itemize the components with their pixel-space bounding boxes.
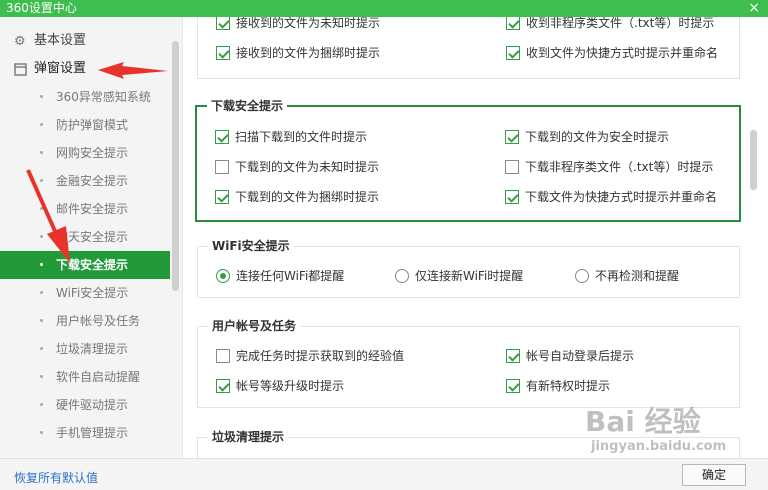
wifi-group-title: WiFi安全提示: [208, 238, 294, 254]
sidebar-item-label: 用户帐号及任务: [56, 314, 141, 328]
checkbox-label: 收到文件为快捷方式时提示并重命名: [526, 46, 719, 60]
sidebar-item[interactable]: 360异常感知系统: [0, 83, 170, 111]
bullet-icon: [40, 151, 43, 154]
sidebar-section-label: 弹窗设置: [34, 61, 87, 76]
bullet-icon: [40, 95, 43, 98]
bullet-icon: [40, 207, 43, 210]
checkbox-label: 有新特权时提示: [526, 379, 611, 393]
checkbox-label: 帐号自动登录后提示: [526, 349, 635, 363]
content-scrollbar[interactable]: [750, 130, 757, 190]
bullet-icon: [40, 375, 43, 378]
watermark-logo: Bai 经验: [585, 405, 701, 438]
gear-icon: ⚙: [14, 34, 26, 49]
baidu-watermark: Bai 经验 jingyan.baidu.com: [585, 405, 755, 485]
checkbox-box[interactable]: [216, 46, 230, 60]
checkbox-box[interactable]: [215, 160, 229, 174]
sidebar-item[interactable]: 用户帐号及任务: [0, 307, 170, 335]
sidebar-item[interactable]: 邮件安全提示: [0, 195, 170, 223]
checkbox-box[interactable]: [215, 130, 229, 144]
radio-dot[interactable]: [395, 269, 409, 283]
mail-group: 接收到的文件为未知时提示 收到非程序类文件（.txt等）时提示 接收到的文件为捆…: [197, 17, 740, 79]
checkbox-box[interactable]: [216, 379, 230, 393]
sidebar-item-label: 360异常感知系统: [56, 90, 151, 104]
checkbox-label: 收到非程序类文件（.txt等）时提示: [526, 17, 715, 30]
sidebar-item-label: 网购安全提示: [56, 146, 129, 160]
checkbox-label: 接收到的文件为未知时提示: [236, 17, 381, 30]
checkbox-box[interactable]: [216, 17, 230, 30]
wifi-group: WiFi安全提示 连接任何WiFi都提醒 仅连接新WiFi时提醒 不再检测和提醒: [197, 238, 740, 298]
bullet-icon: [40, 263, 43, 266]
window-icon: [14, 63, 27, 76]
checkbox-label: 帐号等级升级时提示: [236, 379, 345, 393]
restore-defaults-link[interactable]: 恢复所有默认值: [14, 469, 98, 486]
sidebar-item[interactable]: 聊天安全提示: [0, 223, 170, 251]
sidebar-item-label: 聊天安全提示: [56, 230, 129, 244]
checkbox-box[interactable]: [506, 349, 520, 363]
account-group: 用户帐号及任务 完成任务时提示获取到的经验值 帐号自动登录后提示 帐号等级升级时…: [197, 318, 740, 408]
trash-group-title: 垃圾清理提示: [208, 429, 289, 445]
sidebar-item-label: WiFi安全提示: [56, 286, 129, 300]
checkbox-box[interactable]: [505, 130, 519, 144]
radio-dot[interactable]: [216, 269, 230, 283]
sidebar-item-label: 下载安全提示: [56, 258, 129, 272]
checkbox-box[interactable]: [215, 190, 229, 204]
sidebar-item[interactable]: 软件自启动提醒: [0, 363, 170, 391]
bullet-icon: [40, 235, 43, 238]
sidebar-item[interactable]: 手机管理提示: [0, 419, 170, 447]
checkbox-label: 下载到的文件为未知时提示: [235, 160, 380, 174]
sidebar: ⚙ 基本设置 弹窗设置 360异常感知系统 防护弹窗模式 网购安全提示 金融安全…: [0, 17, 183, 458]
sidebar-section-label: 基本设置: [34, 33, 87, 48]
checkbox-label: 下载文件为快捷方式时提示并重命名: [525, 190, 718, 204]
title-bar: 360设置中心 ×: [0, 0, 768, 17]
radio-dot[interactable]: [575, 269, 589, 283]
sidebar-item-label: 硬件驱动提示: [56, 398, 129, 412]
sidebar-item-label: 防护弹窗模式: [56, 118, 129, 132]
close-icon[interactable]: ×: [748, 0, 760, 16]
bullet-icon: [40, 179, 43, 182]
sidebar-item[interactable]: 硬件驱动提示: [0, 391, 170, 419]
checkbox-label: 下载到的文件为捆绑时提示: [235, 190, 380, 204]
checkbox-label: 扫描下载到的文件时提示: [235, 130, 368, 144]
checkbox-box[interactable]: [505, 160, 519, 174]
sidebar-item-label: 垃圾清理提示: [56, 342, 129, 356]
checkbox-label: 下载到的文件为安全时提示: [525, 130, 670, 144]
radio-label: 不再检测和提醒: [595, 269, 680, 283]
bullet-icon: [40, 431, 43, 434]
sidebar-item[interactable]: 防护弹窗模式: [0, 111, 170, 139]
sidebar-item-label: 软件自启动提醒: [56, 370, 141, 384]
radio-label: 仅连接新WiFi时提醒: [415, 269, 524, 283]
sidebar-item[interactable]: 网购安全提示: [0, 139, 170, 167]
window-title: 360设置中心: [6, 1, 77, 15]
bullet-icon: [40, 123, 43, 126]
checkbox-box[interactable]: [506, 379, 520, 393]
sidebar-item[interactable]: WiFi安全提示: [0, 279, 170, 307]
download-group-title: 下载安全提示: [207, 98, 288, 114]
sidebar-section-basic[interactable]: ⚙ 基本设置: [0, 28, 170, 54]
sidebar-item[interactable]: 金融安全提示: [0, 167, 170, 195]
settings-content: 接收到的文件为未知时提示 收到非程序类文件（.txt等）时提示 接收到的文件为捆…: [184, 17, 768, 458]
radio-label: 连接任何WiFi都提醒: [236, 269, 345, 283]
checkbox-label: 下载非程序类文件（.txt等）时提示: [525, 160, 714, 174]
sidebar-item[interactable]: 垃圾清理提示: [0, 335, 170, 363]
checkbox-label: 完成任务时提示获取到的经验值: [236, 349, 405, 363]
sidebar-item-label: 邮件安全提示: [56, 202, 129, 216]
checkbox-box[interactable]: [506, 17, 520, 30]
checkbox-box[interactable]: [216, 349, 230, 363]
download-group: 下载安全提示 扫描下载到的文件时提示 下载到的文件为安全时提示 下载到的文件为未…: [195, 98, 741, 222]
watermark-url: jingyan.baidu.com: [591, 439, 727, 454]
bullet-icon: [40, 347, 43, 350]
checkbox-box[interactable]: [506, 46, 520, 60]
checkbox-label: 接收到的文件为捆绑时提示: [236, 46, 381, 60]
sidebar-item-label: 手机管理提示: [56, 426, 129, 440]
sidebar-scrollbar[interactable]: [172, 41, 179, 291]
sidebar-item-download-active[interactable]: 下载安全提示: [0, 251, 170, 279]
sidebar-section-popup[interactable]: 弹窗设置: [0, 56, 170, 82]
sidebar-item-label: 金融安全提示: [56, 174, 129, 188]
account-group-title: 用户帐号及任务: [208, 318, 301, 334]
bullet-icon: [40, 403, 43, 406]
app-window: { "window": {"title": "360设置中心", "close_…: [0, 0, 768, 490]
checkbox-box[interactable]: [505, 190, 519, 204]
bullet-icon: [40, 291, 43, 294]
bullet-icon: [40, 319, 43, 322]
